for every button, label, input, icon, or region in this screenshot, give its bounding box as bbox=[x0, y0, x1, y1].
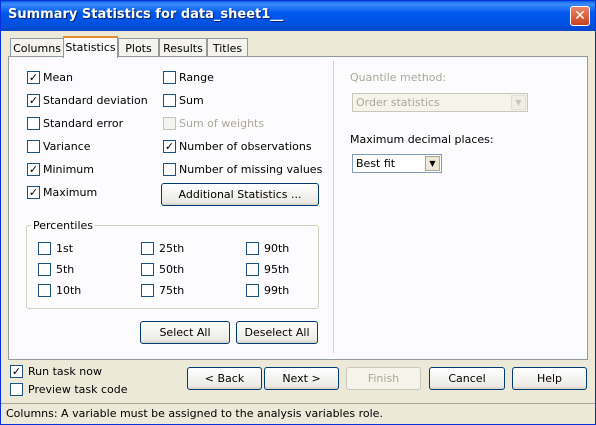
tab-statistics[interactable]: Statistics bbox=[63, 36, 118, 58]
decimal-places-select[interactable]: Best fit ▼ bbox=[352, 154, 442, 173]
tab-titles[interactable]: Titles bbox=[207, 38, 248, 58]
pct-75th-checkbox[interactable] bbox=[141, 284, 154, 297]
pct-90th-label: 90th bbox=[264, 242, 290, 255]
pct-10th-label: 10th bbox=[56, 284, 82, 297]
mean-checkbox[interactable]: ✓ bbox=[27, 71, 40, 84]
quantile-method-label: Quantile method: bbox=[350, 71, 447, 84]
maximum-label: Maximum bbox=[43, 186, 98, 199]
pct-99th-label: 99th bbox=[264, 284, 290, 297]
pct-25th-checkbox[interactable] bbox=[141, 242, 154, 255]
additional-statistics-button[interactable]: Additional Statistics ... bbox=[161, 183, 319, 206]
close-button[interactable]: ✕ bbox=[570, 6, 590, 26]
range-label: Range bbox=[179, 71, 214, 84]
panel-divider bbox=[333, 61, 334, 353]
variance-checkbox[interactable] bbox=[27, 140, 40, 153]
sum-weights-label: Sum of weights bbox=[179, 117, 265, 130]
range-checkbox[interactable] bbox=[163, 71, 176, 84]
num-missing-checkbox[interactable] bbox=[163, 163, 176, 176]
std-dev-label: Standard deviation bbox=[43, 94, 148, 107]
pct-1st-label: 1st bbox=[56, 242, 74, 255]
pct-1st-checkbox[interactable] bbox=[38, 242, 51, 255]
pct-50th-checkbox[interactable] bbox=[141, 263, 154, 276]
tab-statistics-label: Statistics bbox=[65, 41, 116, 54]
variance-label: Variance bbox=[43, 140, 91, 153]
run-task-checkbox[interactable]: ✓ bbox=[10, 365, 23, 378]
pct-95th-label: 95th bbox=[264, 263, 290, 276]
tab-results[interactable]: Results bbox=[159, 38, 207, 58]
quantile-method-value: Order statistics bbox=[356, 96, 440, 109]
std-error-checkbox[interactable] bbox=[27, 117, 40, 130]
pct-25th-label: 25th bbox=[159, 242, 185, 255]
pct-50th-label: 50th bbox=[159, 263, 185, 276]
statistics-panel: ✓ Mean ✓ Standard deviation Standard err… bbox=[8, 56, 588, 360]
pct-99th-checkbox[interactable] bbox=[246, 284, 259, 297]
tab-columns-label: Columns bbox=[13, 42, 61, 55]
pct-95th-checkbox[interactable] bbox=[246, 263, 259, 276]
cancel-button[interactable]: Cancel bbox=[429, 367, 505, 390]
status-text: Columns: A variable must be assigned to … bbox=[6, 407, 383, 420]
std-dev-checkbox[interactable]: ✓ bbox=[27, 94, 40, 107]
close-icon: ✕ bbox=[574, 8, 586, 24]
pct-5th-label: 5th bbox=[56, 263, 75, 276]
preview-code-label: Preview task code bbox=[28, 383, 128, 396]
std-error-label: Standard error bbox=[43, 117, 124, 130]
dialog-window: Summary Statistics for data_sheet1__ ✕ C… bbox=[0, 0, 596, 425]
status-bar: Columns: A variable must be assigned to … bbox=[1, 403, 595, 424]
chevron-down-icon: ▼ bbox=[511, 95, 526, 110]
decimal-places-value: Best fit bbox=[356, 157, 396, 170]
sum-checkbox[interactable] bbox=[163, 94, 176, 107]
deselect-all-button[interactable]: Deselect All bbox=[236, 321, 318, 344]
tab-columns[interactable]: Columns bbox=[10, 38, 64, 58]
pct-90th-checkbox[interactable] bbox=[246, 242, 259, 255]
decimal-places-label: Maximum decimal places: bbox=[350, 133, 494, 146]
tab-plots[interactable]: Plots bbox=[118, 38, 159, 58]
minimum-checkbox[interactable]: ✓ bbox=[27, 163, 40, 176]
minimum-label: Minimum bbox=[43, 163, 94, 176]
sum-weights-checkbox[interactable] bbox=[163, 117, 176, 130]
next-button[interactable]: Next > bbox=[264, 367, 339, 390]
tab-titles-label: Titles bbox=[212, 42, 243, 55]
mean-label: Mean bbox=[43, 71, 73, 84]
title-bar[interactable]: Summary Statistics for data_sheet1__ ✕ bbox=[1, 1, 595, 31]
tab-plots-label: Plots bbox=[125, 42, 152, 55]
percentiles-title: Percentiles bbox=[31, 219, 96, 232]
finish-button[interactable]: Finish bbox=[346, 367, 421, 390]
pct-75th-label: 75th bbox=[159, 284, 185, 297]
preview-code-checkbox[interactable] bbox=[10, 383, 23, 396]
num-observations-checkbox[interactable]: ✓ bbox=[163, 140, 176, 153]
sum-label: Sum bbox=[179, 94, 204, 107]
pct-10th-checkbox[interactable] bbox=[38, 284, 51, 297]
maximum-checkbox[interactable]: ✓ bbox=[27, 186, 40, 199]
help-button[interactable]: Help bbox=[512, 367, 587, 390]
back-button[interactable]: < Back bbox=[187, 367, 262, 390]
num-missing-label: Number of missing values bbox=[179, 163, 323, 176]
run-task-label: Run task now bbox=[28, 365, 102, 378]
chevron-down-icon: ▼ bbox=[425, 156, 440, 171]
quantile-method-select[interactable]: Order statistics ▼ bbox=[352, 93, 528, 112]
num-observations-label: Number of observations bbox=[179, 140, 312, 153]
pct-5th-checkbox[interactable] bbox=[38, 263, 51, 276]
select-all-button[interactable]: Select All bbox=[140, 321, 230, 344]
window-title: Summary Statistics for data_sheet1__ bbox=[8, 7, 284, 22]
tab-results-label: Results bbox=[163, 42, 203, 55]
